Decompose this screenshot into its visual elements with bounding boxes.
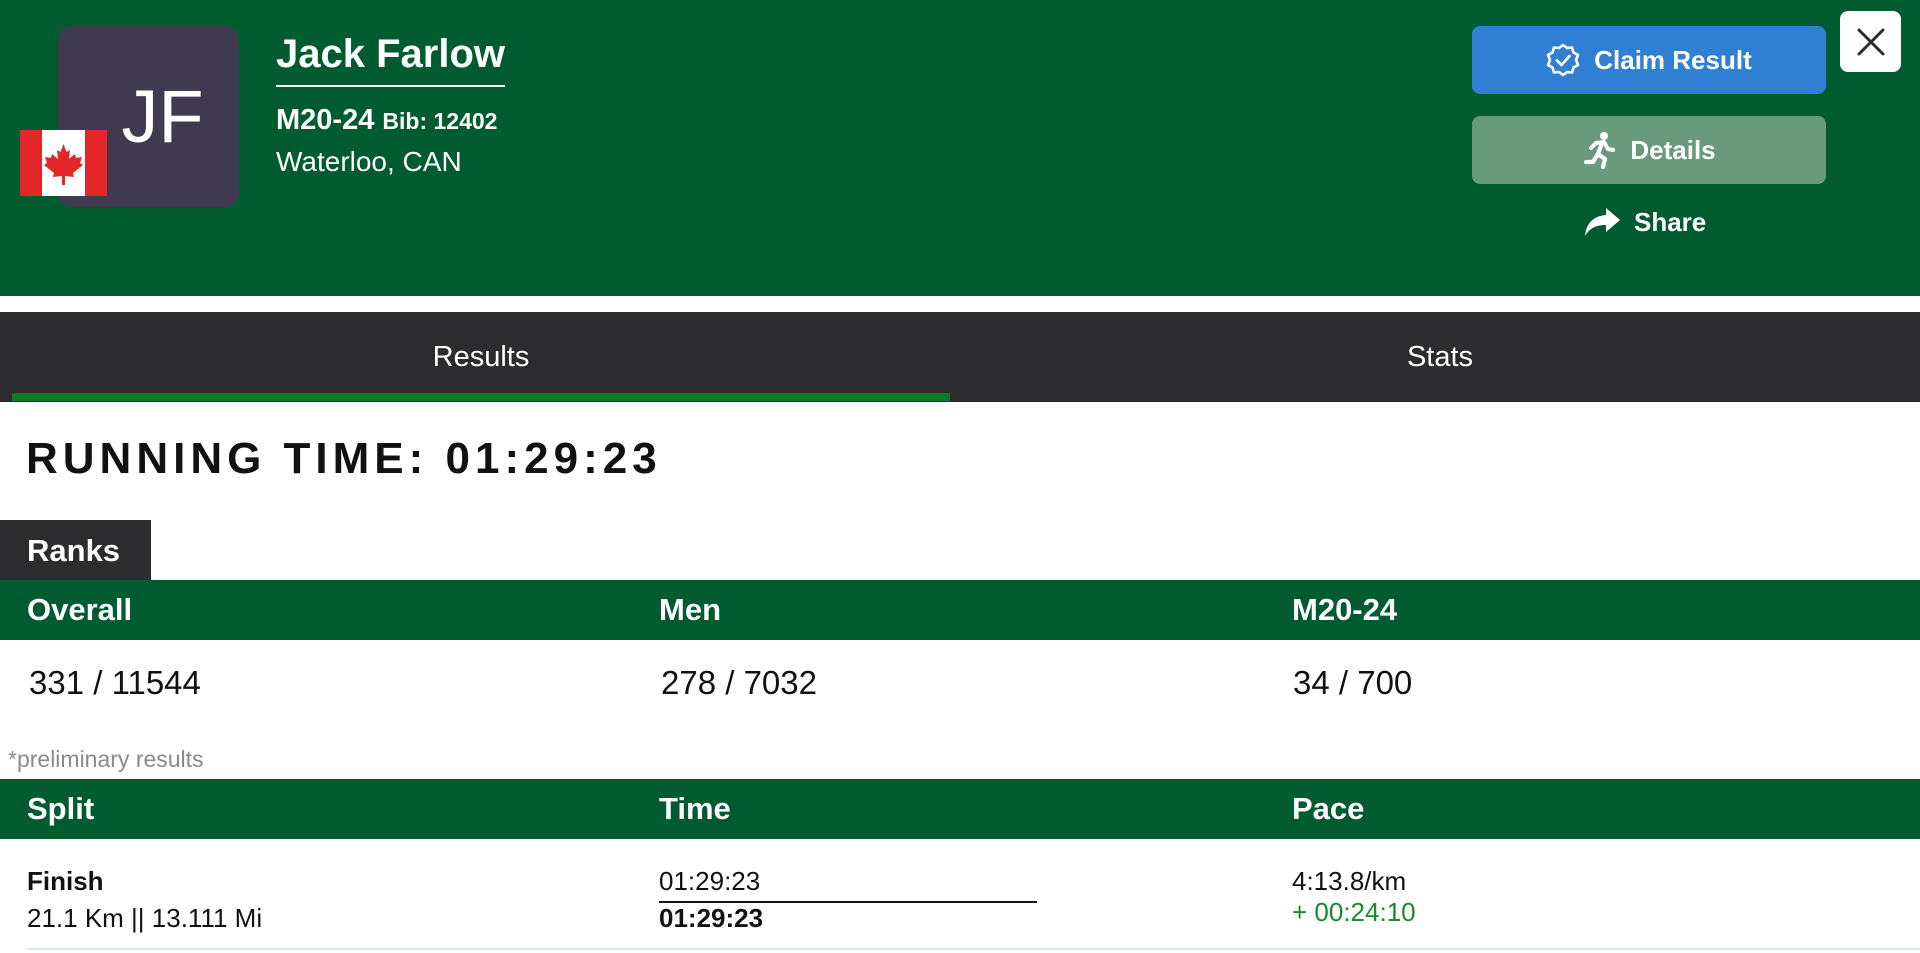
verified-badge-icon — [1546, 43, 1580, 77]
category-bib: M20-24 Bib: 12402 — [276, 104, 497, 137]
close-icon — [1857, 28, 1884, 55]
split-name: Finish — [27, 866, 104, 896]
canada-flag-icon — [20, 130, 107, 196]
runner-icon — [1584, 132, 1616, 169]
row-divider — [27, 948, 1920, 950]
split-pace: 4:13.8/km — [1292, 866, 1407, 896]
share-label: Share — [1634, 206, 1707, 237]
share-arrow-icon — [1585, 208, 1620, 236]
split-time-secondary: 01:29:23 — [659, 903, 764, 933]
rank-men-value: 278 / 7032 — [661, 664, 817, 701]
ranks-header-row: Overall Men M20-24 — [0, 580, 1920, 640]
running-time-value: 01:29:23 — [445, 434, 662, 483]
athlete-location: Waterloo, CAN — [276, 146, 462, 177]
tab-results-label: Results — [432, 340, 530, 373]
athlete-name[interactable]: Jack Farlow — [276, 32, 506, 87]
split-header-time: Time — [659, 791, 731, 826]
tab-stats[interactable]: Stats — [950, 312, 1920, 402]
rank-category-value: 34 / 700 — [1293, 664, 1413, 701]
claim-result-label: Claim Result — [1594, 44, 1752, 75]
tab-results[interactable]: Results — [12, 312, 950, 402]
claim-result-button[interactable]: Claim Result — [1472, 26, 1826, 94]
category: M20-24 — [276, 104, 375, 136]
splits-header-row: Split Time Pace — [0, 779, 1920, 839]
rank-header-men: Men — [659, 592, 721, 627]
preliminary-note: *preliminary results — [8, 746, 204, 772]
share-button[interactable]: Share — [1582, 206, 1706, 238]
running-time-label: RUNNING TIME: — [26, 434, 429, 483]
rank-header-category: M20-24 — [1292, 592, 1398, 627]
split-header-pace: Pace — [1292, 791, 1365, 826]
ranks-tag: Ranks — [0, 520, 151, 581]
avatar-initials: JF — [121, 75, 204, 158]
tab-bar: Results Stats — [0, 312, 1920, 402]
split-distance: 21.1 Km || 13.111 Mi — [27, 903, 263, 933]
athlete-header: JF Jack Farlow M20-24 Bib: 12402 Waterlo… — [0, 0, 1920, 296]
split-pace-delta: + 00:24:10 — [1292, 897, 1416, 927]
rank-header-overall: Overall — [27, 592, 133, 627]
running-time: RUNNING TIME: 01:29:23 — [26, 434, 662, 484]
split-header-split: Split — [27, 791, 95, 826]
bib-number: Bib: 12402 — [382, 108, 498, 134]
active-tab-indicator — [12, 393, 950, 401]
split-time-primary: 01:29:23 — [659, 866, 1037, 903]
details-label: Details — [1630, 134, 1716, 165]
details-button[interactable]: Details — [1472, 116, 1826, 184]
rank-overall-value: 331 / 11544 — [29, 664, 201, 701]
tab-stats-label: Stats — [1406, 340, 1474, 373]
close-button[interactable] — [1840, 11, 1901, 72]
